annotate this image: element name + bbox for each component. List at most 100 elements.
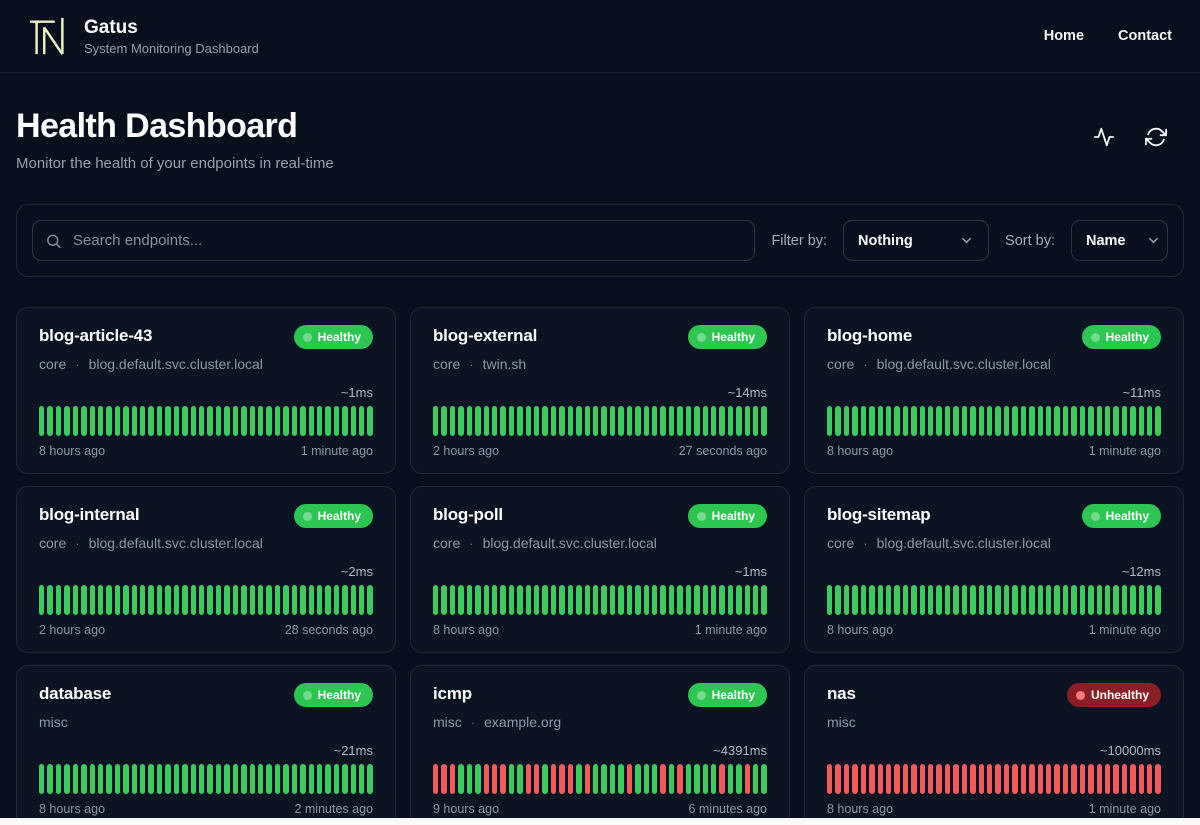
status-bar[interactable] [719, 406, 725, 436]
status-bar[interactable] [761, 585, 767, 615]
status-bar[interactable] [491, 406, 498, 436]
status-bar[interactable] [47, 406, 53, 436]
status-bar[interactable] [1130, 585, 1136, 615]
status-bar[interactable] [291, 406, 298, 436]
status-bar[interactable] [131, 406, 138, 436]
status-bar[interactable] [843, 585, 850, 615]
sort-select[interactable]: Name [1071, 220, 1168, 261]
status-bar[interactable] [1054, 764, 1060, 794]
status-bar[interactable] [694, 764, 700, 794]
status-bar[interactable] [466, 585, 473, 615]
status-bar[interactable] [350, 764, 357, 794]
status-bar[interactable] [1062, 585, 1069, 615]
status-bar[interactable] [885, 764, 892, 794]
status-bar[interactable] [300, 764, 306, 794]
status-bar[interactable] [500, 406, 506, 436]
status-bar[interactable] [761, 764, 767, 794]
status-bar[interactable] [542, 585, 548, 615]
status-bar[interactable] [1155, 764, 1161, 794]
status-bar[interactable] [148, 585, 154, 615]
status-bar[interactable] [517, 764, 523, 794]
status-bar[interactable] [525, 585, 532, 615]
status-bar[interactable] [987, 585, 993, 615]
status-bar[interactable] [843, 406, 850, 436]
status-bar[interactable] [190, 585, 197, 615]
status-bar[interactable] [316, 585, 323, 615]
status-bar[interactable] [835, 406, 841, 436]
status-bar[interactable] [869, 406, 875, 436]
status-bar[interactable] [433, 764, 439, 794]
status-bar[interactable] [325, 585, 331, 615]
status-bar[interactable] [593, 764, 599, 794]
status-bar[interactable] [283, 764, 289, 794]
status-bar[interactable] [1012, 585, 1018, 615]
status-bar[interactable] [458, 406, 464, 436]
status-bar[interactable] [1113, 585, 1119, 615]
status-bar[interactable] [215, 585, 222, 615]
status-bar[interactable] [685, 764, 692, 794]
status-bar[interactable] [953, 406, 959, 436]
status-bar[interactable] [1096, 764, 1102, 794]
status-bar[interactable] [1003, 764, 1010, 794]
status-bar[interactable] [894, 406, 900, 436]
status-bar[interactable] [106, 585, 112, 615]
status-bar[interactable] [182, 406, 188, 436]
status-bar[interactable] [877, 585, 883, 615]
status-bar[interactable] [215, 764, 222, 794]
status-bar[interactable] [308, 764, 314, 794]
status-bar[interactable] [550, 764, 557, 794]
status-bar[interactable] [367, 764, 373, 794]
status-bar[interactable] [609, 406, 616, 436]
status-bar[interactable] [827, 406, 833, 436]
status-bar[interactable] [702, 764, 708, 794]
status-bar[interactable] [978, 406, 985, 436]
status-bar[interactable] [500, 764, 506, 794]
status-bar[interactable] [534, 406, 540, 436]
status-bar[interactable] [953, 585, 959, 615]
status-bar[interactable] [626, 585, 633, 615]
status-bar[interactable] [928, 585, 934, 615]
status-bar[interactable] [995, 406, 1001, 436]
status-bar[interactable] [744, 585, 751, 615]
status-bar[interactable] [835, 585, 841, 615]
status-bar[interactable] [961, 764, 968, 794]
status-bar[interactable] [333, 764, 340, 794]
status-bar[interactable] [266, 585, 272, 615]
status-bar[interactable] [601, 406, 607, 436]
status-bar[interactable] [350, 585, 357, 615]
status-bar[interactable] [342, 406, 348, 436]
status-bar[interactable] [1045, 406, 1052, 436]
status-bar[interactable] [81, 764, 87, 794]
status-bar[interactable] [1113, 764, 1119, 794]
status-bar[interactable] [274, 764, 281, 794]
status-bar[interactable] [559, 406, 565, 436]
status-bar[interactable] [902, 764, 909, 794]
status-bar[interactable] [97, 406, 104, 436]
status-bar[interactable] [534, 585, 540, 615]
nav-link-contact[interactable]: Contact [1118, 28, 1172, 44]
status-bar[interactable] [643, 585, 649, 615]
status-bar[interactable] [550, 406, 557, 436]
status-bar[interactable] [635, 585, 641, 615]
status-bar[interactable] [517, 585, 523, 615]
status-bar[interactable] [1104, 764, 1111, 794]
status-bar[interactable] [550, 585, 557, 615]
status-bar[interactable] [350, 406, 357, 436]
status-bar[interactable] [928, 406, 934, 436]
status-bar[interactable] [199, 585, 205, 615]
status-bar[interactable] [525, 764, 532, 794]
status-bar[interactable] [173, 406, 180, 436]
status-bar[interactable] [852, 406, 858, 436]
status-bar[interactable] [1003, 406, 1010, 436]
status-bar[interactable] [911, 764, 917, 794]
status-bar[interactable] [173, 764, 180, 794]
status-bar[interactable] [249, 764, 255, 794]
status-bar[interactable] [483, 585, 489, 615]
status-bar[interactable] [1012, 406, 1018, 436]
status-bar[interactable] [694, 406, 700, 436]
status-bar[interactable] [39, 406, 45, 436]
status-bar[interactable] [475, 764, 481, 794]
status-bar[interactable] [576, 406, 582, 436]
status-bar[interactable] [609, 764, 616, 794]
status-bar[interactable] [1029, 406, 1035, 436]
